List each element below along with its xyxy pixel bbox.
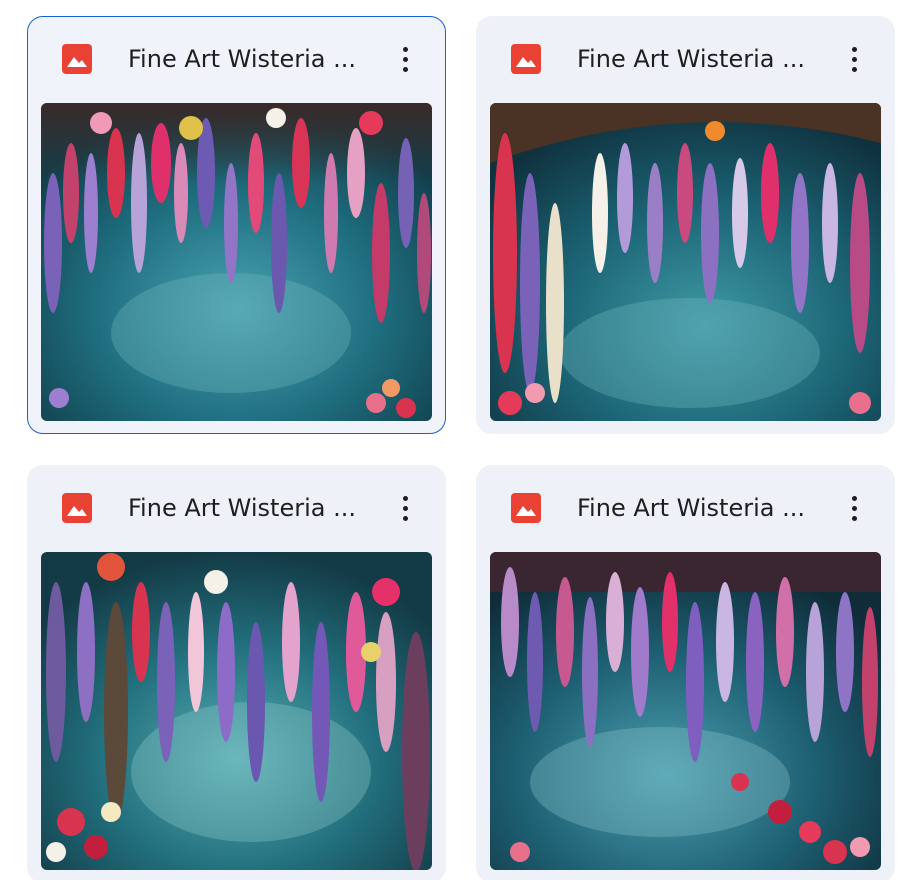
file-card-header: Fine Art Wisteria ... [28,466,445,552]
image-thumbnail[interactable] [490,552,881,870]
more-options-dot [402,505,408,511]
more-options-icon [851,495,857,501]
image-file-icon [62,44,92,74]
more-options-dot [402,56,408,62]
file-card[interactable]: Fine Art Wisteria ... [27,16,446,434]
file-card-header: Fine Art Wisteria ... [477,17,894,103]
file-title: Fine Art Wisteria ... [577,45,805,73]
file-grid: Fine Art Wisteria ... Fine Art Wisteria … [0,0,898,880]
image-file-icon [62,493,92,523]
more-options-icon [851,46,857,52]
more-options-button[interactable] [387,41,423,77]
image-thumbnail[interactable] [490,103,881,421]
file-card[interactable]: Fine Art Wisteria ... [476,465,895,880]
more-options-dot [851,505,857,511]
image-thumbnail[interactable] [41,552,432,870]
more-options-icon [402,46,408,52]
more-options-dot [851,515,857,521]
file-title: Fine Art Wisteria ... [577,494,805,522]
file-title: Fine Art Wisteria ... [128,494,356,522]
more-options-button[interactable] [387,490,423,526]
more-options-dot [402,515,408,521]
file-card-header: Fine Art Wisteria ... [477,466,894,552]
image-file-icon [511,44,541,74]
more-options-dot [851,56,857,62]
more-options-dot [402,66,408,72]
more-options-button[interactable] [836,490,872,526]
file-card[interactable]: Fine Art Wisteria ... [476,16,895,434]
more-options-dot [851,66,857,72]
more-options-icon [402,495,408,501]
file-card[interactable]: Fine Art Wisteria ... [27,465,446,880]
image-thumbnail[interactable] [41,103,432,421]
file-card-header: Fine Art Wisteria ... [28,17,445,103]
file-title: Fine Art Wisteria ... [128,45,356,73]
more-options-button[interactable] [836,41,872,77]
image-file-icon [511,493,541,523]
